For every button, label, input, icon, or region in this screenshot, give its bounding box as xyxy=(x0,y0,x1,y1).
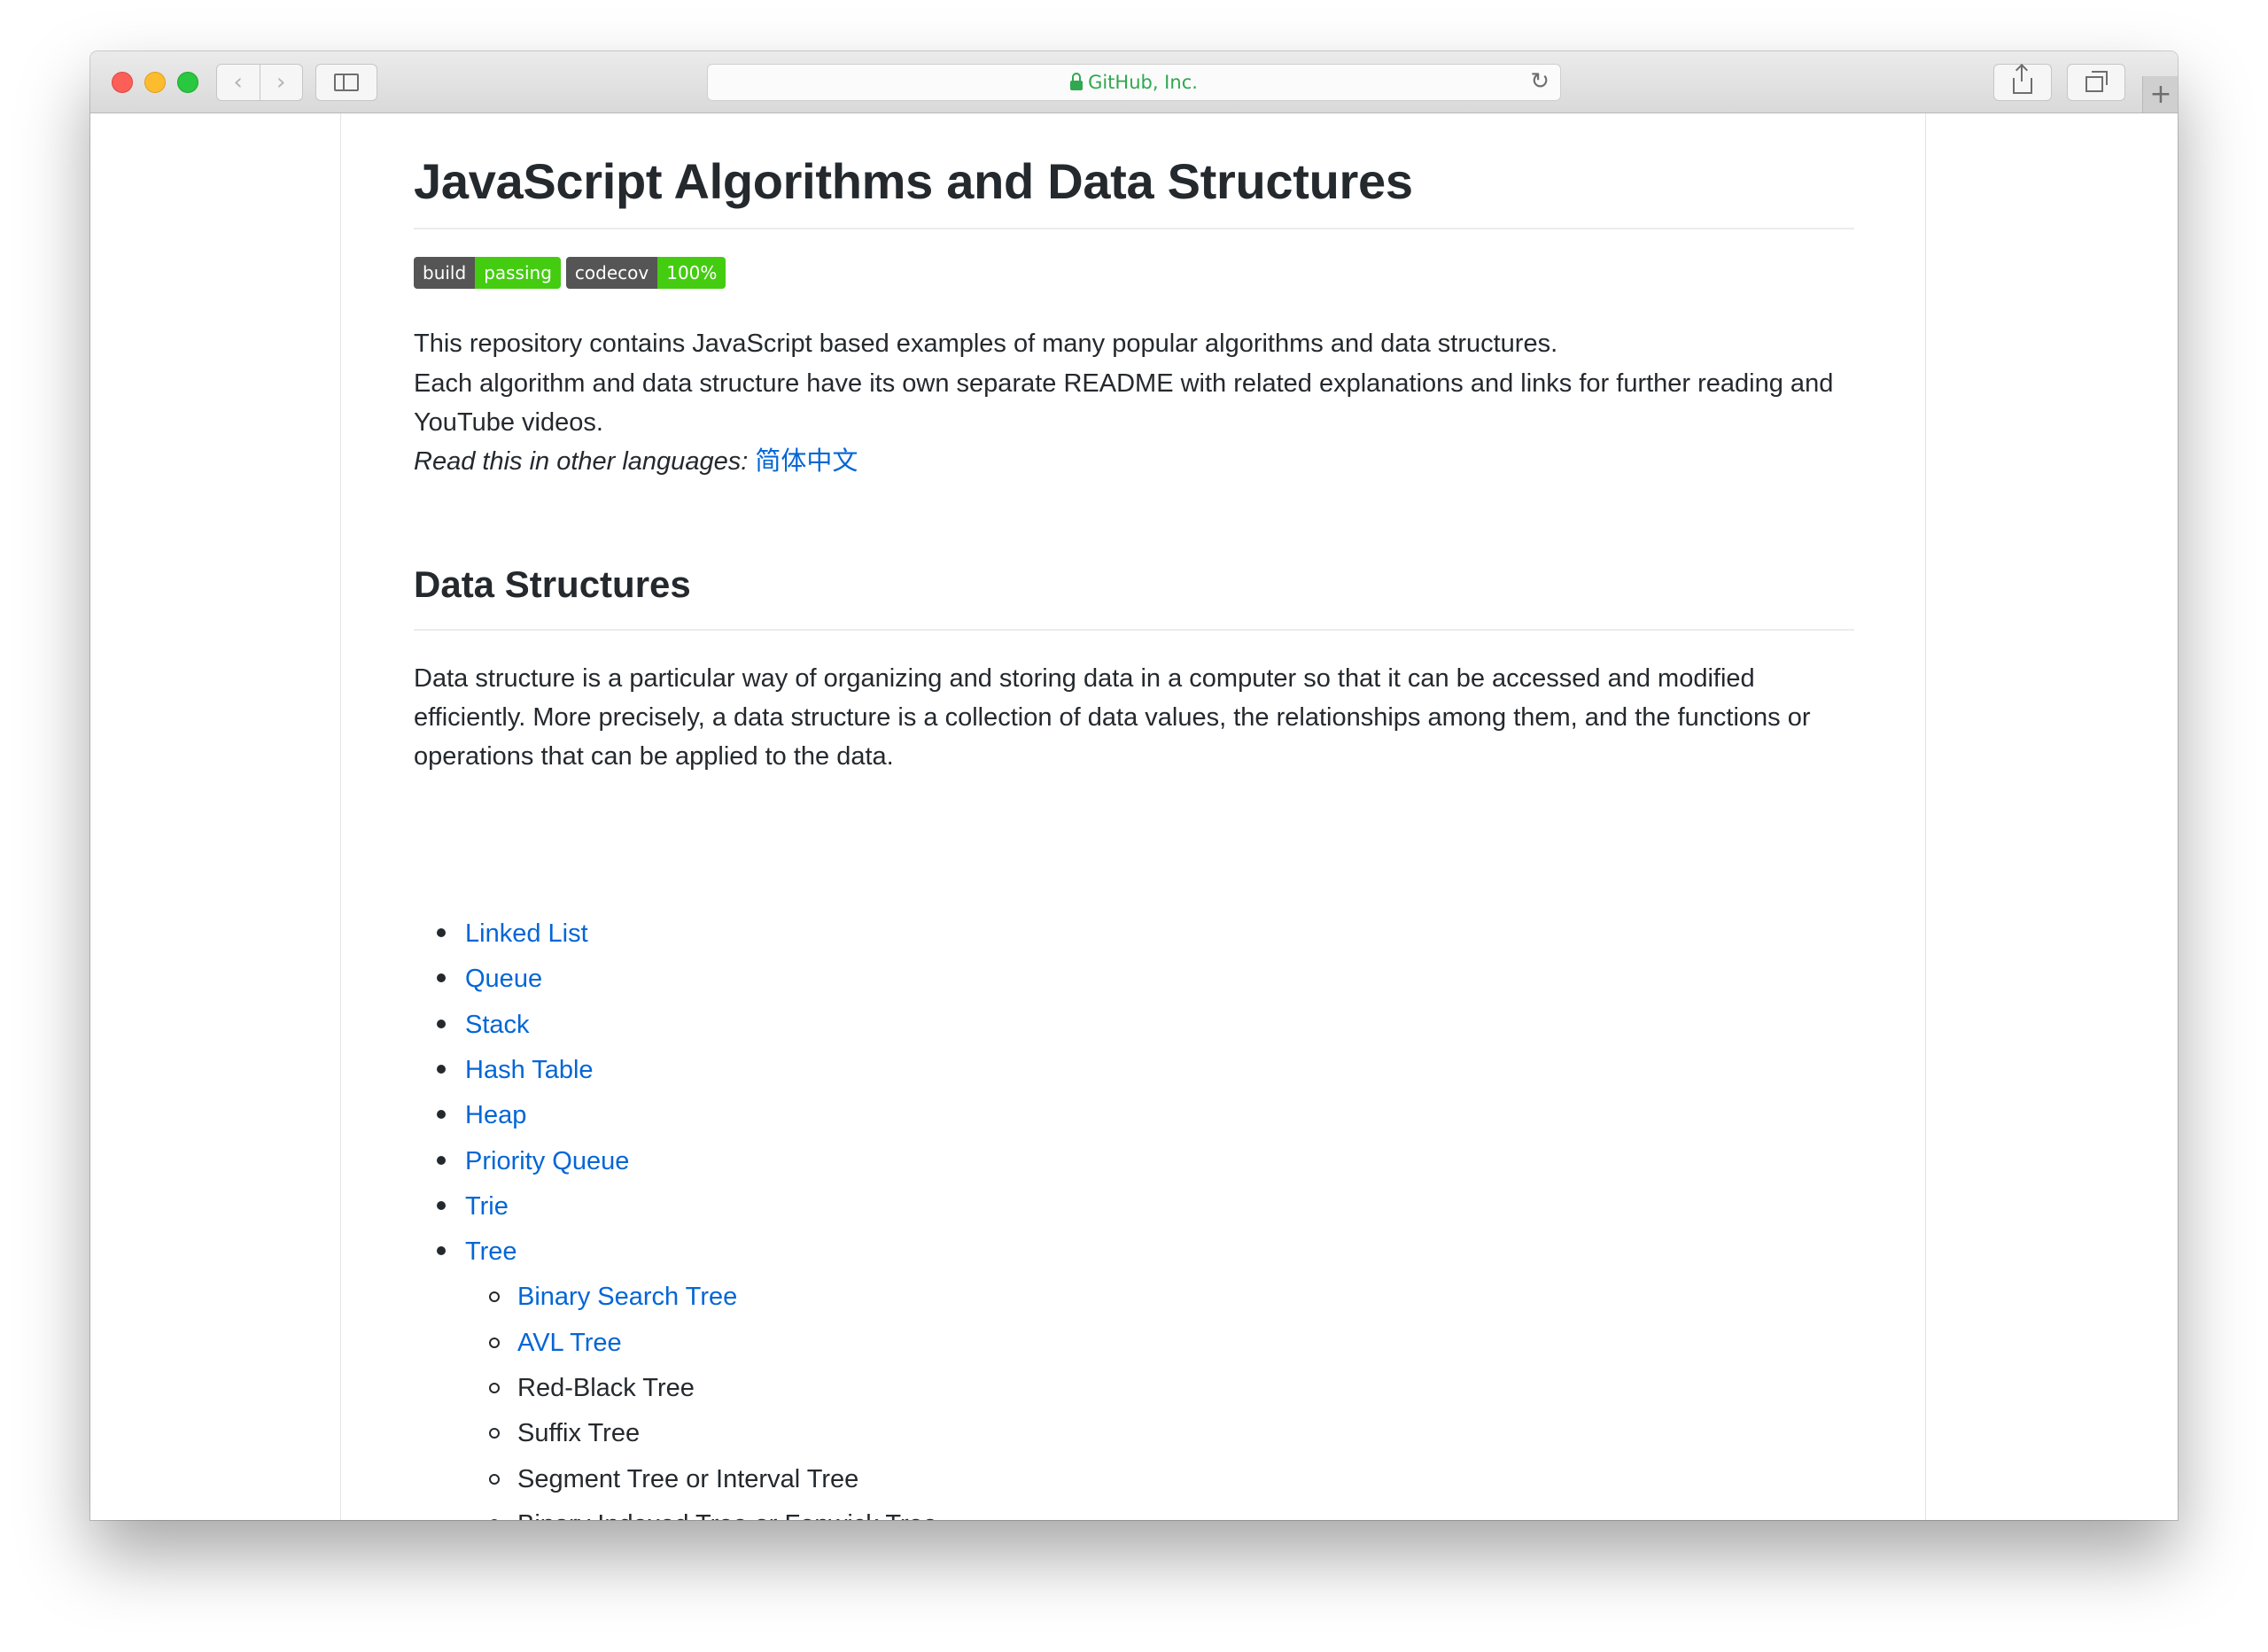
codecov-badge[interactable]: codecov 100% xyxy=(565,257,726,289)
section-divider xyxy=(414,629,1854,631)
hollow-bullet-icon xyxy=(489,1291,500,1303)
hollow-bullet-icon xyxy=(489,1518,500,1520)
list-item: Stack xyxy=(437,1005,530,1044)
reload-icon[interactable]: ↻ xyxy=(1530,68,1550,95)
maximize-window-button[interactable] xyxy=(177,72,198,93)
list-item: Linked List xyxy=(437,914,588,953)
forward-icon[interactable]: › xyxy=(259,65,303,100)
hollow-bullet-icon xyxy=(489,1383,500,1393)
list-item: Hash Table xyxy=(437,1051,594,1090)
data-structure-link[interactable]: AVL Tree xyxy=(517,1329,622,1357)
badge-status: passing xyxy=(475,257,561,289)
badge-label: codecov xyxy=(565,257,658,289)
hollow-bullet-icon xyxy=(489,1428,500,1439)
browser-window: ‹ › GitHub, Inc. ↻ + JavaScript Algorith… xyxy=(90,51,2178,1520)
bullet-icon xyxy=(437,928,446,937)
list-item: Heap xyxy=(437,1096,526,1135)
languages-paragraph: Read this in other languages: 简体中文 xyxy=(414,442,1854,481)
intro-paragraph: This repository contains JavaScript base… xyxy=(414,330,1558,358)
tree-subitem: AVL Tree xyxy=(489,1323,622,1362)
address-bar[interactable]: GitHub, Inc. ↻ xyxy=(707,64,1561,101)
badge-label: build xyxy=(414,257,476,289)
bullet-icon xyxy=(437,1200,446,1210)
show-tabs-button[interactable] xyxy=(2067,64,2125,101)
tree-subitem: Binary Indexed Tree or Fenwick Tree xyxy=(489,1505,937,1520)
hollow-bullet-icon xyxy=(489,1337,500,1348)
tree-subitem: Binary Search Tree xyxy=(489,1277,737,1316)
tree-subitem: Suffix Tree xyxy=(489,1414,641,1453)
badge-status: 100% xyxy=(657,257,726,289)
data-structure-link[interactable]: Queue xyxy=(465,965,542,993)
list-item: Trie xyxy=(437,1187,509,1226)
tree-subitem: Red-Black Tree xyxy=(489,1369,695,1408)
bullet-icon xyxy=(437,1019,446,1028)
share-button[interactable] xyxy=(1993,64,2052,101)
readme-container: JavaScript Algorithms and Data Structure… xyxy=(340,113,1926,1520)
close-window-button[interactable] xyxy=(112,72,133,93)
back-icon[interactable]: ‹ xyxy=(217,65,260,100)
data-structure-link[interactable]: Binary Search Tree xyxy=(517,1283,737,1311)
data-structure-link[interactable]: Stack xyxy=(465,1011,530,1039)
browser-toolbar: ‹ › GitHub, Inc. ↻ + xyxy=(90,51,2178,113)
list-item: Priority Queue xyxy=(437,1142,629,1181)
data-structure-link[interactable]: Tree xyxy=(465,1237,517,1266)
readme-note-paragraph: Each algorithm and data structure have i… xyxy=(414,369,1834,437)
data-structure-link[interactable]: Hash Table xyxy=(465,1056,594,1084)
data-structure-label: Binary Indexed Tree or Fenwick Tree xyxy=(517,1510,937,1520)
bullet-icon xyxy=(437,1110,446,1120)
share-icon xyxy=(2013,66,2032,94)
section-description: Data structure is a particular way of or… xyxy=(414,664,1811,771)
page-viewport[interactable]: JavaScript Algorithms and Data Structure… xyxy=(90,113,2178,1520)
data-structure-label: Red-Black Tree xyxy=(517,1374,695,1402)
new-tab-icon[interactable]: + xyxy=(2142,76,2178,112)
bullet-icon xyxy=(437,973,446,983)
hollow-bullet-icon xyxy=(489,1473,500,1485)
build-badge[interactable]: build passing xyxy=(414,257,561,289)
badges: build passing codecov 100% xyxy=(414,257,726,289)
chinese-language-link[interactable]: 简体中文 xyxy=(755,447,858,476)
data-structure-link[interactable]: Trie xyxy=(465,1192,509,1221)
bullet-icon xyxy=(437,1064,446,1074)
navigation-buttons: ‹ › xyxy=(216,64,303,101)
tree-subitem: Segment Tree or Interval Tree xyxy=(489,1460,859,1499)
list-item: Tree xyxy=(437,1232,517,1271)
lock-icon xyxy=(1070,72,1084,90)
bullet-icon xyxy=(437,1246,446,1256)
page-title: JavaScript Algorithms and Data Structure… xyxy=(414,153,1413,209)
data-structure-link[interactable]: Linked List xyxy=(465,919,588,948)
data-structure-label: Suffix Tree xyxy=(517,1419,641,1448)
data-structure-link[interactable]: Heap xyxy=(465,1101,526,1129)
data-structure-label: Segment Tree or Interval Tree xyxy=(517,1464,859,1493)
section-title: Data Structures xyxy=(414,563,691,605)
data-structure-link[interactable]: Priority Queue xyxy=(465,1147,629,1175)
site-name: GitHub, Inc. xyxy=(1088,72,1198,93)
minimize-window-button[interactable] xyxy=(144,72,166,93)
tabs-icon xyxy=(2085,71,2108,92)
sidebar-icon xyxy=(334,74,359,91)
languages-label: Read this in other languages: xyxy=(414,447,756,476)
list-item: Queue xyxy=(437,959,542,998)
title-divider xyxy=(414,228,1854,229)
bullet-icon xyxy=(437,1155,446,1165)
sidebar-toggle-button[interactable] xyxy=(315,64,377,101)
